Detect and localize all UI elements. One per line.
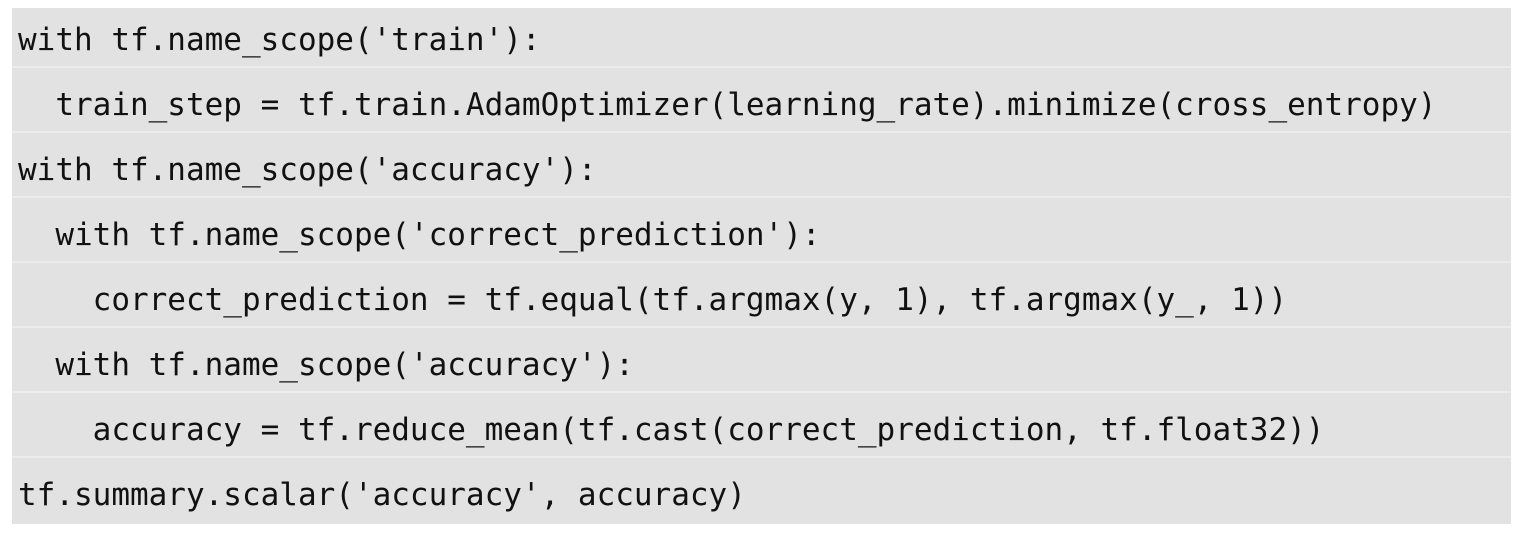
code-line: with tf.name_scope('train'): (12, 12, 1511, 68)
code-line: with tf.name_scope('correct_prediction')… (12, 207, 1511, 263)
code-line: train_step = tf.train.AdamOptimizer(lear… (12, 77, 1511, 133)
code-block: with tf.name_scope('train'): train_step … (12, 8, 1511, 524)
code-line: correct_prediction = tf.equal(tf.argmax(… (12, 272, 1511, 328)
code-line: with tf.name_scope('accuracy'): (12, 142, 1511, 198)
code-line: accuracy = tf.reduce_mean(tf.cast(correc… (12, 402, 1511, 458)
code-line: with tf.name_scope('accuracy'): (12, 337, 1511, 393)
code-line: tf.summary.scalar('accuracy', accuracy) (18, 477, 746, 513)
